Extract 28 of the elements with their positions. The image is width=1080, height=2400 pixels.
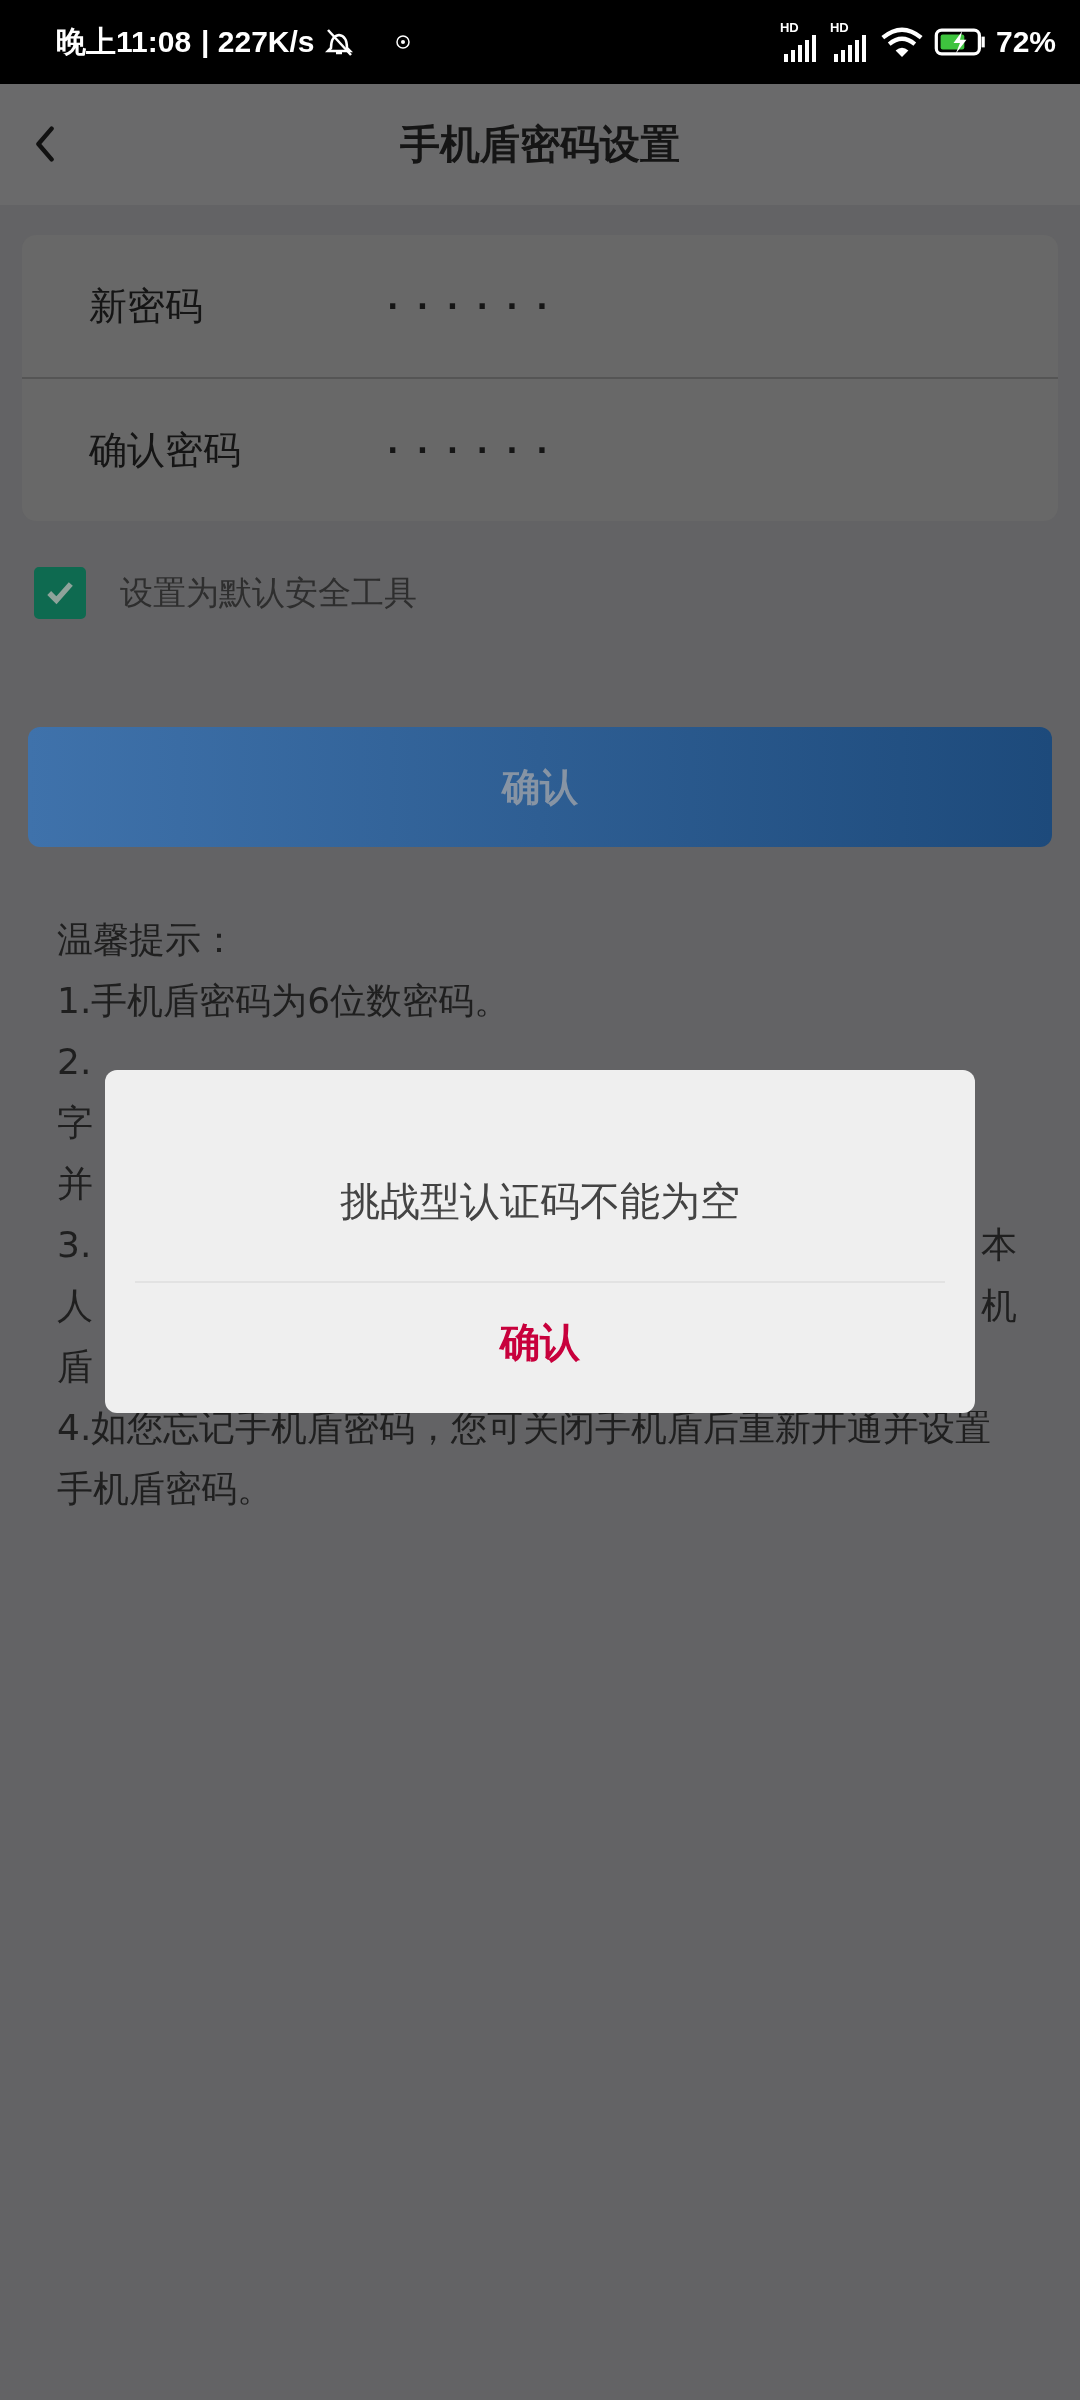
field-label: 确认密码 xyxy=(89,426,242,474)
tip-text: 本 xyxy=(981,1223,1017,1267)
network-type: HD xyxy=(829,20,849,34)
tip-text: 并 xyxy=(57,1162,93,1206)
wifi-icon xyxy=(879,26,924,58)
network-speed: | 227K/s xyxy=(201,25,315,59)
tip-text: 机 xyxy=(981,1284,1017,1328)
password-field[interactable]: · · · · · · xyxy=(387,432,552,468)
tip-text: 3. xyxy=(57,1223,92,1267)
back-icon[interactable] xyxy=(34,126,56,162)
field-label: 新密码 xyxy=(89,282,204,330)
network-type: HD xyxy=(779,20,799,34)
battery-icon xyxy=(933,28,986,56)
password-field[interactable]: · · · · · · xyxy=(387,288,552,324)
checkbox[interactable] xyxy=(34,567,86,619)
page-title: 手机盾密码设置 xyxy=(400,120,680,169)
tip-text: 字 xyxy=(57,1101,93,1145)
tip-text: 2. xyxy=(57,1040,92,1084)
dialog-message: 挑战型认证码不能为空 xyxy=(340,1177,740,1226)
tip-text: 盾 xyxy=(57,1345,93,1389)
status-time: 晚上11:08 xyxy=(56,23,192,60)
sync-icon xyxy=(394,34,411,50)
tip-text: 温馨提示： xyxy=(57,918,238,962)
confirm-button[interactable]: 确认 xyxy=(28,727,1052,847)
dialog-confirm-button[interactable]: 确认 xyxy=(480,1305,600,1380)
tip-text: 1.手机盾密码为6位数密码。 xyxy=(57,979,512,1023)
tip-text: 人 xyxy=(57,1284,93,1328)
battery-percent: 72% xyxy=(995,25,1056,59)
